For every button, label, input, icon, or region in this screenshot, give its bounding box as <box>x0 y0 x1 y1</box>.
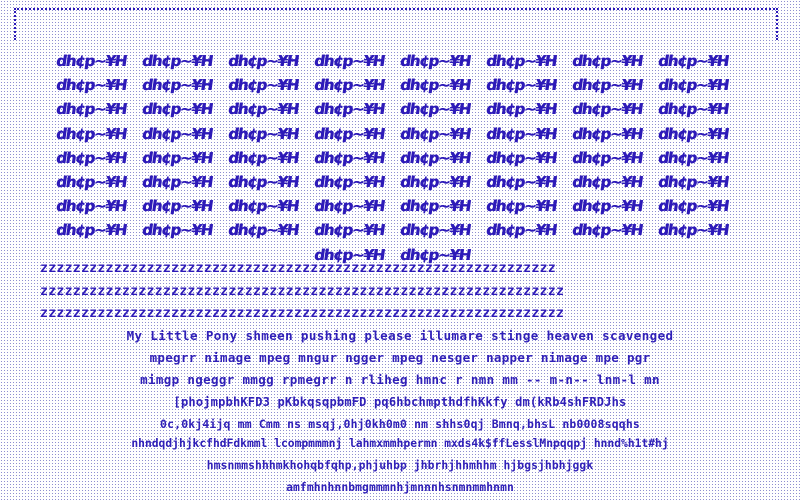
glyph-tile: dh¢p~¥H <box>140 76 214 95</box>
glyph-tile: dh¢p~¥H <box>140 197 214 216</box>
glyph-tile: dh¢p~¥H <box>54 52 128 70</box>
glyph-tile: dh¢p~¥H <box>570 124 644 143</box>
glyph-tile: dh¢p~¥H <box>226 124 300 143</box>
glyph-tile: dh¢p~¥H <box>656 52 730 70</box>
glyph-tile: dh¢p~¥H <box>484 52 558 70</box>
glyph-tile: dh¢p~¥H <box>54 76 128 95</box>
glyph-tile: dh¢p~¥H <box>54 221 128 240</box>
noise-text-line: My Little Pony shmeen pushing please ill… <box>126 328 674 343</box>
glyph-tile: dh¢p~¥H <box>484 221 558 240</box>
glyph-tile: dh¢p~¥H <box>140 221 214 240</box>
glyph-tile: dh¢p~¥H <box>226 148 300 167</box>
glyph-tile: dh¢p~¥H <box>312 197 386 216</box>
glyph-tile: dh¢p~¥H <box>484 76 558 95</box>
glyph-tile: dh¢p~¥H <box>484 100 558 119</box>
glyph-tile: dh¢p~¥H <box>312 52 386 70</box>
glyph-tile: dh¢p~¥H <box>398 172 472 191</box>
glyph-tile: dh¢p~¥H <box>226 100 300 119</box>
glyph-tile: dh¢p~¥H <box>54 172 128 191</box>
glyph-tile: dh¢p~¥H <box>656 197 730 216</box>
top-frame <box>14 8 778 40</box>
glyph-tile: dh¢p~¥H <box>312 221 386 240</box>
glyph-tile: dh¢p~¥H <box>484 197 558 216</box>
glyph-tile: dh¢p~¥H <box>54 197 128 216</box>
glyph-tile: dh¢p~¥H <box>570 76 644 95</box>
glyph-tile: dh¢p~¥H <box>398 76 472 95</box>
glyph-tile: dh¢p~¥H <box>140 52 214 70</box>
noise-text-line: amfmhnhnnbmgmmmnhjmnnnhsnmnmmhnmn <box>286 481 514 494</box>
z-pattern-row: zzzzzzzzzzzzzzzzzzzzzzzzzzzzzzzzzzzzzzzz… <box>40 262 556 276</box>
z-pattern-row: zzzzzzzzzzzzzzzzzzzzzzzzzzzzzzzzzzzzzzzz… <box>40 307 565 321</box>
glyph-tile: dh¢p~¥H <box>226 52 300 70</box>
glyph-tile: dh¢p~¥H <box>54 100 128 119</box>
glyph-tile: dh¢p~¥H <box>398 221 472 240</box>
glyph-tile: dh¢p~¥H <box>140 124 214 143</box>
glyph-tile: dh¢p~¥H <box>570 172 644 191</box>
glyph-tile: dh¢p~¥H <box>398 124 472 143</box>
glyph-tile: dh¢p~¥H <box>226 76 300 95</box>
glyph-tile: dh¢p~¥H <box>484 148 558 167</box>
glyph-tile: dh¢p~¥H <box>398 52 472 70</box>
glyph-tile: dh¢p~¥H <box>312 124 386 143</box>
glyph-tile: dh¢p~¥H <box>140 148 214 167</box>
glyph-tile: dh¢p~¥H <box>226 172 300 191</box>
noise-text-line: [phojmpbhKFD3 pKbkqsqpbmFD pq6hbchmpthdf… <box>173 395 627 409</box>
noise-text-line: nhndqdjhjkcfhdFdkmml lcompmmmnj lahmxmmh… <box>131 437 669 450</box>
glyph-tile: dh¢p~¥H <box>312 148 386 167</box>
glyph-tile: dh¢p~¥H <box>656 76 730 95</box>
glyph-tile: dh¢p~¥H <box>54 124 128 143</box>
glyph-tile: dh¢p~¥H <box>226 221 300 240</box>
glyph-tile: dh¢p~¥H <box>570 148 644 167</box>
glyph-tile: dh¢p~¥H <box>656 221 730 240</box>
noise-text-line: mimgp ngeggr mmgg rpmegrr n rliheg hmnc … <box>140 372 660 387</box>
glyph-tile: dh¢p~¥H <box>312 100 386 119</box>
noise-text-line: hmsnmmshhhmkhohqbfqhp,phjuhbp jhbrhjhhmh… <box>206 459 594 472</box>
glyph-tile: dh¢p~¥H <box>656 100 730 119</box>
z-pattern-row: zzzzzzzzzzzzzzzzzzzzzzzzzzzzzzzzzzzzzzzz… <box>40 285 565 299</box>
glyph-tile: dh¢p~¥H <box>312 172 386 191</box>
glyph-tile: dh¢p~¥H <box>656 148 730 167</box>
glyph-tile: dh¢p~¥H <box>54 148 128 167</box>
glyph-tile: dh¢p~¥H <box>656 172 730 191</box>
glyph-tile: dh¢p~¥H <box>140 172 214 191</box>
glyph-tile-grid: dh¢p~¥H dh¢p~¥H dh¢p~¥H dh¢p~¥H dh¢p~¥H dh¢p~… <box>54 50 746 268</box>
glyph-tile: dh¢p~¥H <box>140 100 214 119</box>
noise-text-line: mpegrr nimage mpeg mngur ngger mpeg nesg… <box>149 350 651 365</box>
glyph-tile: dh¢p~¥H <box>398 148 472 167</box>
glyph-tile: dh¢p~¥H <box>570 52 644 70</box>
glyph-tile: dh¢p~¥H <box>570 100 644 119</box>
glyph-tile: dh¢p~¥H <box>398 197 472 216</box>
glyph-tile: dh¢p~¥H <box>570 221 644 240</box>
glyph-tile: dh¢p~¥H <box>484 172 558 191</box>
glyph-tile: dh¢p~¥H <box>226 197 300 216</box>
glyph-tile: dh¢p~¥H <box>484 124 558 143</box>
glyph-tile: dh¢p~¥H <box>570 197 644 216</box>
glyph-tile: dh¢p~¥H <box>312 76 386 95</box>
glyph-tile: dh¢p~¥H <box>656 124 730 143</box>
noise-text-line: 0c,0kj4ijq mm Cmm ns msqj,0hj0kh0m0 nm s… <box>160 417 640 431</box>
glyph-tile: dh¢p~¥H <box>398 100 472 119</box>
